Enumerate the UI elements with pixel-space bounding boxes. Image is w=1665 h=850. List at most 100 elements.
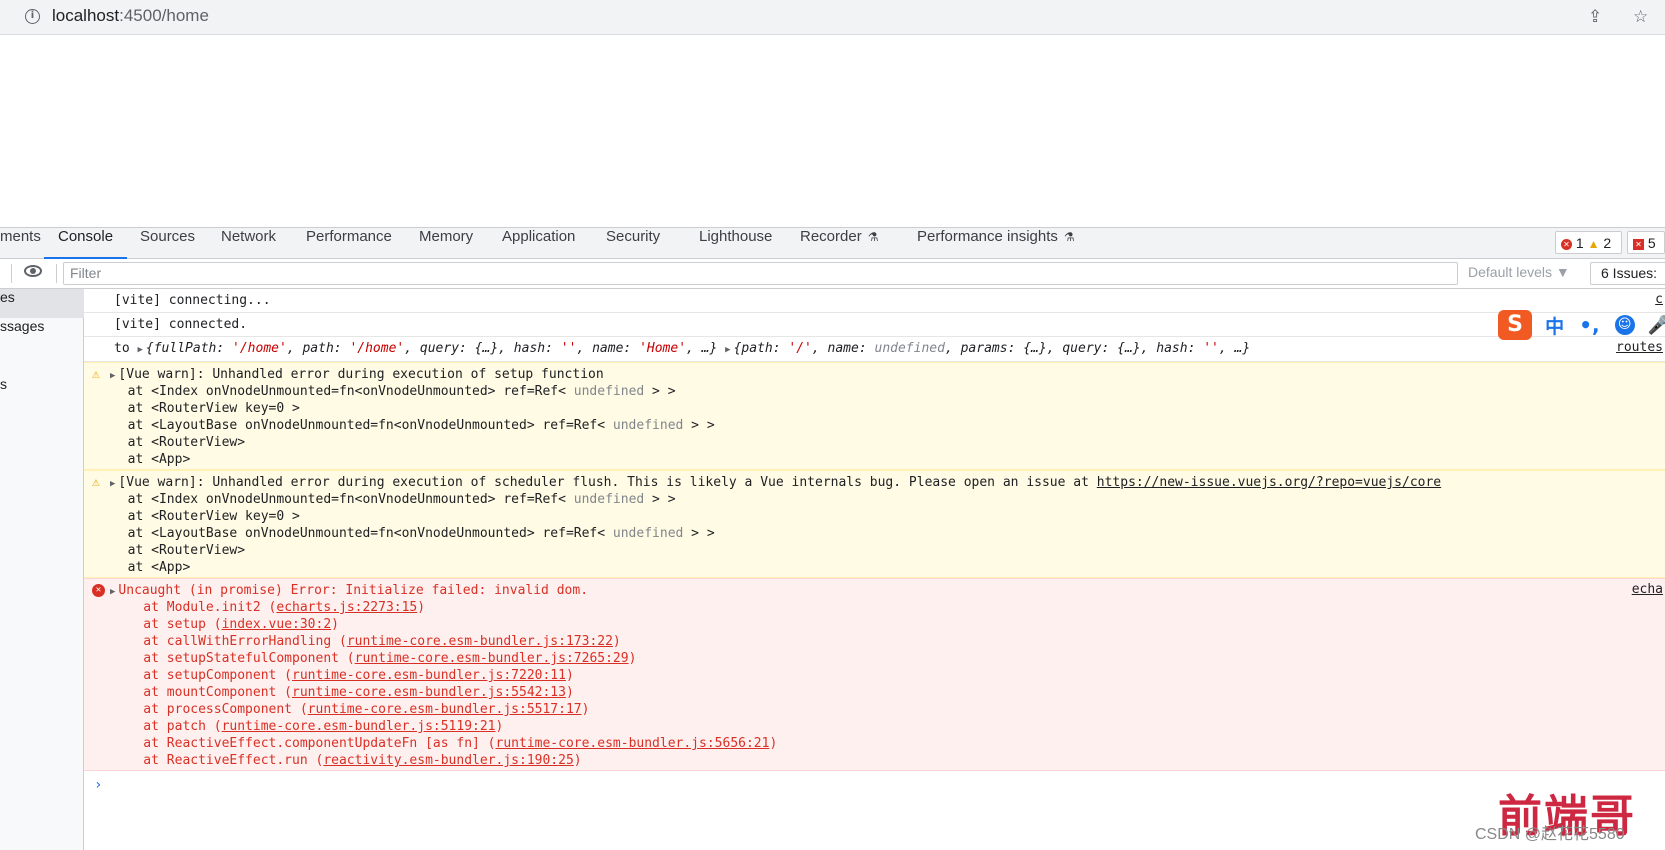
stack-function: at Module.init2 (	[112, 600, 277, 615]
stack-source-link[interactable]: reactivity.esm-bundler.js:190:25	[323, 753, 573, 768]
error-text: Uncaught (in promise) Error: Initialize …	[118, 583, 589, 598]
devtools-tabbar: ments Console Sources Network Performanc…	[0, 227, 1665, 259]
source-link[interactable]: routes	[1616, 340, 1663, 355]
console-counts-badge[interactable]: ✕ 1 ▲ 2	[1555, 231, 1622, 254]
stack-undefined: undefined	[573, 384, 645, 399]
filter-input[interactable]: Filter	[63, 262, 1458, 285]
console-message: [vite] connected.	[84, 313, 1665, 337]
ime-voice-icon[interactable]: 🎤	[1648, 315, 1665, 336]
tab-elements[interactable]: ments	[0, 228, 41, 259]
log-levels-dropdown[interactable]: Default levels ▼	[1468, 264, 1570, 280]
issue-link[interactable]: https://new-issue.vuejs.org/?repo=vuejs/…	[1097, 475, 1441, 490]
sidebar-item-messages[interactable]: es	[0, 289, 84, 318]
issues-badge[interactable]: ✕ 5	[1627, 231, 1665, 254]
toolbar-divider	[11, 264, 12, 283]
stack-line: at <RouterView key=0 >	[112, 509, 300, 524]
obj-brace: {	[145, 341, 154, 356]
sogou-logo-icon[interactable]: S	[1498, 310, 1532, 340]
stack-source-link[interactable]: index.vue:30:2	[222, 617, 332, 632]
warning-icon: ▲	[1587, 237, 1600, 251]
toolbar-divider	[56, 264, 57, 283]
tab-recorder[interactable]: Recorder ⚗	[800, 228, 878, 259]
source-link[interactable]: c	[1655, 292, 1663, 307]
tab-memory[interactable]: Memory	[419, 228, 473, 259]
warning-count: 2	[1603, 235, 1612, 251]
error-icon: ✕	[1561, 238, 1572, 250]
source-link[interactable]: echa	[1632, 582, 1663, 597]
stack-frame: at setupComponent (runtime-core.esm-bund…	[112, 667, 573, 685]
stack-line: at <RouterView>	[112, 543, 246, 558]
stack-text: > >	[683, 526, 715, 541]
expand-triangle-icon[interactable]: ▶	[137, 341, 142, 359]
console-prompt-icon[interactable]: ›	[94, 777, 102, 793]
stack-text: > >	[644, 384, 676, 399]
ime-emoji-icon[interactable]: ☺	[1614, 315, 1635, 335]
stack-source-link[interactable]: runtime-core.esm-bundler.js:5656:21	[496, 736, 770, 751]
url-text[interactable]: localhost:4500/home	[52, 6, 209, 26]
stack-source-link[interactable]: runtime-core.esm-bundler.js:7265:29	[355, 651, 629, 666]
obj-value: '/home'	[349, 341, 405, 356]
stack-paren: )	[581, 702, 590, 717]
ime-toolbar[interactable]: S 中 •, ☺ 🎤	[1498, 310, 1665, 340]
site-info-icon[interactable]: i	[25, 9, 40, 24]
stack-frame: at processComponent (runtime-core.esm-bu…	[112, 701, 589, 719]
tab-sources[interactable]: Sources	[140, 228, 195, 259]
warning-icon: ⚠	[92, 367, 100, 382]
tab-lighthouse[interactable]: Lighthouse	[699, 228, 772, 259]
tab-performance[interactable]: Performance	[306, 228, 392, 259]
stack-function: at patch (	[112, 719, 222, 734]
obj-key: , name:	[576, 341, 640, 356]
tab-network[interactable]: Network	[221, 228, 276, 259]
stack-source-link[interactable]: runtime-core.esm-bundler.js:173:22	[347, 634, 613, 649]
obj-value: undefined	[874, 341, 945, 356]
warning-text: [Vue warn]: Unhandled error during execu…	[118, 367, 604, 382]
bookmark-star-icon[interactable]: ☆	[1633, 7, 1648, 27]
stack-frame: at mountComponent (runtime-core.esm-bund…	[112, 684, 574, 702]
omnibox[interactable]: i localhost:4500/home ⇪ ☆	[6, 2, 1658, 30]
eye-icon[interactable]	[24, 265, 42, 277]
stack-frame: at setupStatefulComponent (runtime-core.…	[112, 650, 636, 668]
stack-function: at setupComponent (	[112, 668, 293, 683]
ime-language-toggle[interactable]: 中	[1545, 312, 1564, 339]
stack-paren: )	[565, 685, 574, 700]
obj-key: , params: {…}, query: {…}, hash:	[944, 341, 1204, 356]
warning-icon: ⚠	[92, 475, 100, 490]
stack-text: at <Index onVnodeUnmounted=fn<onVnodeUnm…	[112, 492, 574, 507]
tab-performance-insights[interactable]: Performance insights ⚗	[917, 228, 1075, 259]
expand-triangle-icon[interactable]: ▶	[725, 341, 730, 359]
sidebar-item-errors[interactable]: s	[0, 376, 84, 405]
obj-key: , path:	[286, 341, 350, 356]
stack-source-link[interactable]: runtime-core.esm-bundler.js:5119:21	[222, 719, 496, 734]
stack-function: at processComponent (	[112, 702, 308, 717]
issues-button[interactable]: 6 Issues:	[1590, 262, 1665, 285]
obj-value: ''	[1203, 341, 1219, 356]
share-icon[interactable]: ⇪	[1588, 7, 1602, 27]
stack-function: at setupStatefulComponent (	[112, 651, 355, 666]
stack-line: at <Index onVnodeUnmounted=fn<onVnodeUnm…	[112, 491, 676, 509]
console-warning: ⚠ ▶ [Vue warn]: Unhandled error during ex…	[84, 362, 1665, 470]
ime-punctuation-toggle[interactable]: •,	[1579, 313, 1599, 337]
sidebar-item-user-messages[interactable]: ssages	[0, 318, 84, 347]
stack-text: > >	[683, 418, 715, 433]
page-viewport	[0, 35, 1665, 227]
stack-text: > >	[644, 492, 676, 507]
object-preview[interactable]: {path: '/', name: undefined, params: {…}…	[734, 341, 1251, 356]
tab-performance-insights-label: Performance insights	[917, 228, 1058, 245]
stack-source-link[interactable]: runtime-core.esm-bundler.js:5517:17	[308, 702, 582, 717]
stack-line: at <App>	[112, 452, 191, 467]
stack-frame: at patch (runtime-core.esm-bundler.js:51…	[112, 718, 503, 736]
console-toolbar: Filter Default levels ▼ 6 Issues:	[0, 259, 1665, 289]
stack-text: at <LayoutBase onVnodeUnmounted=fn<onVno…	[112, 526, 613, 541]
tab-application[interactable]: Application	[502, 228, 575, 259]
stack-undefined: undefined	[612, 526, 684, 541]
tab-security[interactable]: Security	[606, 228, 660, 259]
issues-count: 5	[1647, 235, 1656, 251]
router-log: to ▶ {fullPath: '/home', path: '/home', q…	[114, 340, 1250, 359]
stack-source-link[interactable]: runtime-core.esm-bundler.js:7220:11	[292, 668, 566, 683]
object-preview[interactable]: {fullPath: '/home', path: '/home', query…	[146, 341, 717, 356]
stack-source-link[interactable]: echarts.js:2273:15	[276, 600, 417, 615]
tab-console[interactable]: Console	[44, 228, 128, 259]
stack-function: at mountComponent (	[112, 685, 293, 700]
stack-text: at <LayoutBase onVnodeUnmounted=fn<onVno…	[112, 418, 613, 433]
stack-source-link[interactable]: runtime-core.esm-bundler.js:5542:13	[292, 685, 566, 700]
